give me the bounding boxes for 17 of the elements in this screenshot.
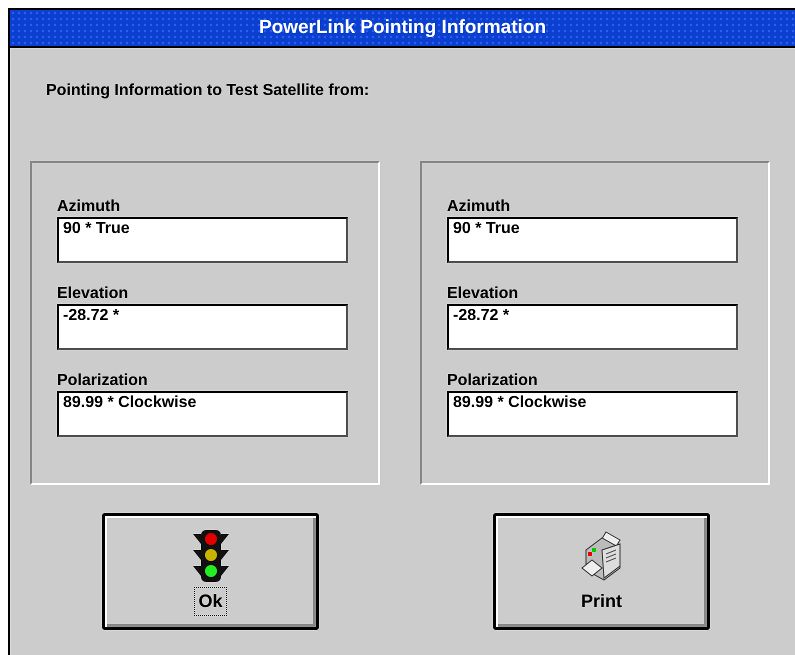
value-field[interactable]: 89.99 * Clockwise [447, 391, 738, 437]
window-title: PowerLink Pointing Information [258, 16, 546, 40]
value-field[interactable]: 89.99 * Clockwise [57, 391, 348, 437]
value-field[interactable]: 90 * True [57, 217, 348, 263]
field-label: Azimuth [447, 197, 512, 217]
field-label: Polarization [447, 371, 539, 391]
field-label: Polarization [57, 371, 149, 391]
ok-button[interactable]: Ok [102, 513, 319, 630]
value-field[interactable]: 90 * True [447, 217, 738, 263]
print-button[interactable]: Print [493, 513, 710, 630]
value-field[interactable]: -28.72 * [447, 304, 738, 350]
field-label: Elevation [57, 284, 130, 304]
value-field[interactable]: -28.72 * [57, 304, 348, 350]
field-label: Elevation [447, 284, 520, 304]
heading-text: Pointing Information to Test Satellite from: [46, 81, 370, 101]
traffic-light-icon [190, 528, 230, 584]
field-label: Azimuth [57, 197, 122, 217]
